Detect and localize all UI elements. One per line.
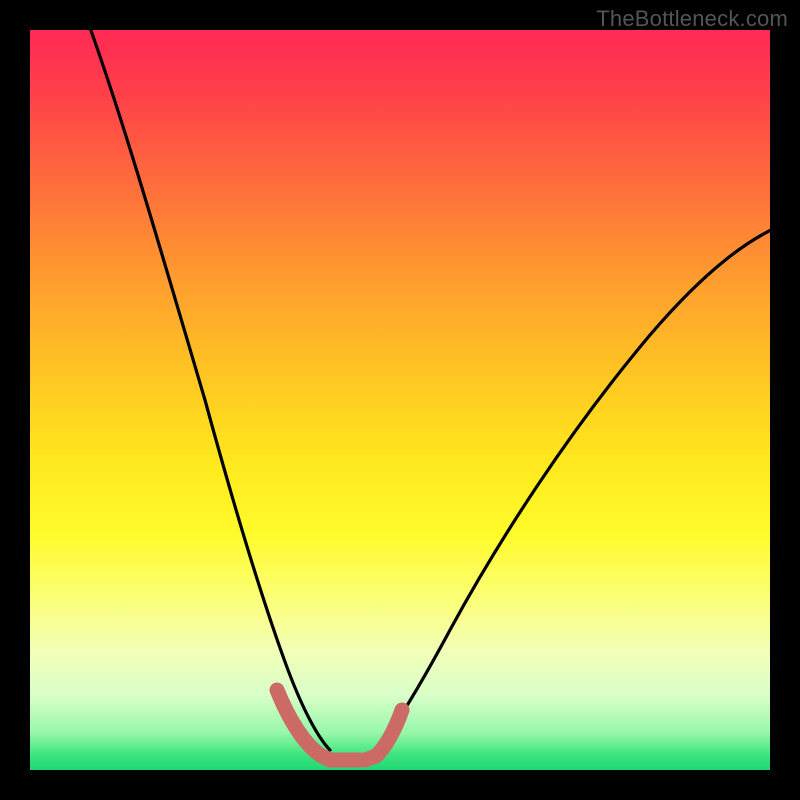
plot-area [30,30,770,770]
watermark-text: TheBottleneck.com [596,6,788,32]
curve-left [89,25,330,750]
curve-right [375,228,775,750]
valley-highlight [277,690,402,760]
chart-frame: TheBottleneck.com [0,0,800,800]
curve-layer [30,30,770,770]
